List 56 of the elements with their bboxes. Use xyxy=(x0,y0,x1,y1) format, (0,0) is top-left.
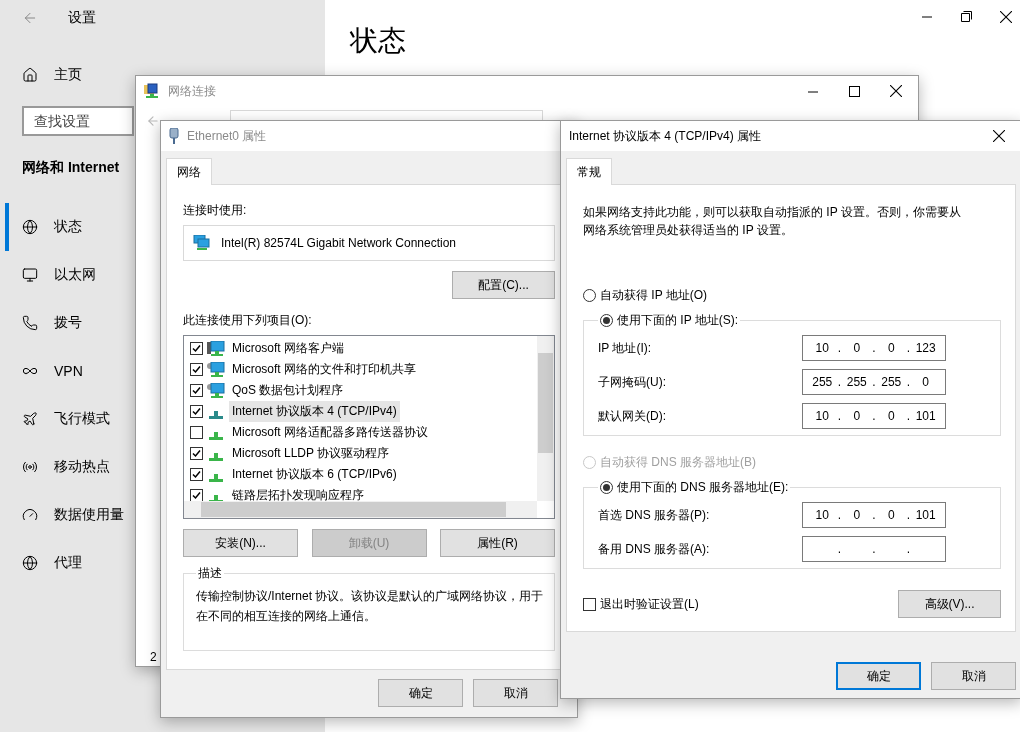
advanced-button[interactable]: 高级(V)... xyxy=(898,590,1001,618)
adapter-name: Intel(R) 82574L Gigabit Network Connection xyxy=(221,236,456,250)
window-title: Ethernet0 属性 xyxy=(187,127,267,145)
window-title: 设置 xyxy=(68,9,96,27)
list-item[interactable]: Microsoft 网络客户端 xyxy=(229,338,347,359)
action-button[interactable]: 属性(R) xyxy=(440,529,555,557)
description-text: 传输控制协议/Internet 协议。该协议是默认的广域网络协议，用于在不同的相互连接的网络上通信。 xyxy=(196,588,545,625)
search-field[interactable]: 查找设置 xyxy=(22,106,134,136)
ip-address-field[interactable]: 10 . 0 . 0 . 101 xyxy=(802,403,946,429)
nav-item[interactable]: VPN xyxy=(5,347,87,395)
group-title: 描述 xyxy=(197,565,223,582)
list-item[interactable]: Microsoft 网络的文件和打印机共享 xyxy=(229,359,419,380)
list-item[interactable]: Internet 协议版本 4 (TCP/IPv4) xyxy=(229,401,400,422)
nav-item[interactable]: 数据使用量 xyxy=(5,491,128,539)
intro-text: 如果网络支持此功能，则可以获取自动指派的 IP 设置。否则，你需要从网络系统管理员处获得适当的 IP 设置。 xyxy=(583,204,962,239)
list-item[interactable]: Microsoft LLDP 协议驱动程序 xyxy=(229,443,393,464)
list-item[interactable]: Microsoft 网络适配器多路传送器协议 xyxy=(229,422,431,443)
nav-item[interactable]: 以太网 xyxy=(5,251,100,299)
page-title: 状态 xyxy=(350,25,406,57)
configure-button[interactable]: 配置(C)... xyxy=(452,271,555,299)
nav-item[interactable]: 拨号 xyxy=(5,299,86,347)
ip-address-field[interactable]: 255 . 255 . 255 . 0 xyxy=(802,369,946,395)
dialog-button[interactable]: 取消 xyxy=(931,662,1016,690)
dialog-button[interactable]: 确定 xyxy=(378,679,463,707)
nav-item[interactable]: 飞行模式 xyxy=(5,395,114,443)
status-text: 2 xyxy=(150,650,158,664)
list-item[interactable]: 链路层拓扑发现响应程序 xyxy=(229,485,367,501)
window-title: Internet 协议版本 4 (TCP/IPv4) 属性 xyxy=(569,127,762,145)
field-label: 连接时使用: xyxy=(183,202,248,219)
nav-item[interactable]: 主页 xyxy=(54,66,82,84)
list-item[interactable]: QoS 数据包计划程序 xyxy=(229,380,347,401)
checkbox-label: 退出时验证设置(L) xyxy=(600,595,699,613)
field-label: 备用 DNS 服务器(A): xyxy=(598,540,710,558)
field-label: IP 地址(I): xyxy=(598,339,652,357)
radio-label: 自动获得 DNS 服务器地址(B) xyxy=(600,454,756,471)
window-title: 网络连接 xyxy=(168,82,216,100)
field-label: 首选 DNS 服务器(P): xyxy=(598,506,710,524)
radio-label: 使用下面的 DNS 服务器地址(E): xyxy=(617,479,789,496)
list-item[interactable]: Internet 协议版本 6 (TCP/IPv6) xyxy=(229,464,400,485)
tab[interactable]: 网络 xyxy=(166,158,212,185)
nav-item[interactable]: 移动热点 xyxy=(5,443,114,491)
ip-address-field[interactable]: 10 . 0 . 0 . 101 xyxy=(802,502,946,528)
nav-item[interactable]: 状态 xyxy=(5,203,86,251)
action-button[interactable]: 安装(N)... xyxy=(183,529,298,557)
ip-address-field[interactable]: . . . xyxy=(802,536,946,562)
radio-label: 使用下面的 IP 地址(S): xyxy=(617,312,739,329)
dialog-button[interactable]: 取消 xyxy=(473,679,558,707)
field-label: 子网掩码(U): xyxy=(598,373,666,391)
nav-item[interactable]: 代理 xyxy=(5,539,86,587)
dialog-button[interactable]: 确定 xyxy=(836,662,921,690)
radio-label: 自动获得 IP 地址(O) xyxy=(600,287,708,304)
ip-address-field[interactable]: 10 . 0 . 0 . 123 xyxy=(802,335,946,361)
field-label: 默认网关(D): xyxy=(598,407,666,425)
tab[interactable]: 常规 xyxy=(566,158,612,185)
section-heading: 网络和 Internet xyxy=(22,159,120,177)
field-label: 此连接使用下列项目(O): xyxy=(183,312,313,329)
